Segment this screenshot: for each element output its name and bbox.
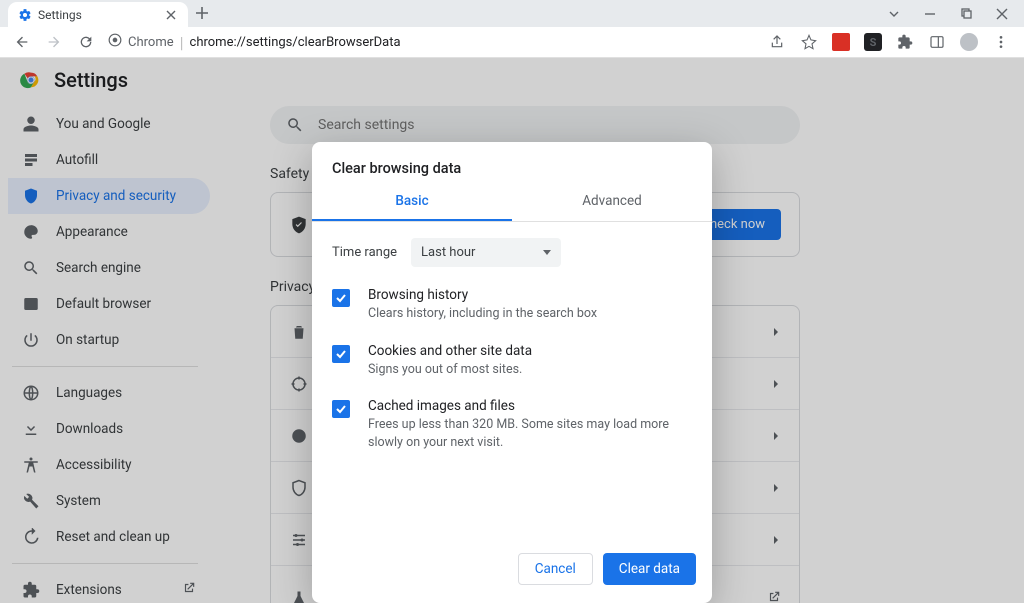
- tab-title: Settings: [38, 8, 158, 22]
- checkbox-checked-icon[interactable]: [332, 345, 350, 363]
- minimize-icon[interactable]: [922, 6, 938, 22]
- close-icon[interactable]: [164, 8, 178, 22]
- checkbox-checked-icon[interactable]: [332, 400, 350, 418]
- time-range-value: Last hour: [421, 245, 475, 260]
- back-button[interactable]: [8, 28, 36, 56]
- option-subtitle: Clears history, including in the search …: [368, 305, 597, 323]
- omnibox-separator: |: [180, 33, 184, 52]
- tab-basic[interactable]: Basic: [312, 183, 512, 221]
- maximize-icon[interactable]: [958, 6, 974, 22]
- menu-icon[interactable]: [992, 33, 1010, 51]
- checkbox-checked-icon[interactable]: [332, 289, 350, 307]
- chevron-down-icon[interactable]: [886, 6, 902, 22]
- gear-icon: [18, 8, 32, 22]
- omnibox-url: chrome://settings/clearBrowserData: [190, 35, 401, 50]
- option-title: Cookies and other site data: [368, 343, 532, 359]
- option-subtitle: Signs you out of most sites.: [368, 361, 532, 379]
- profile-avatar[interactable]: [960, 33, 978, 51]
- time-range-select[interactable]: Last hour: [411, 238, 561, 267]
- dialog-tabs: Basic Advanced: [312, 183, 712, 222]
- dialog-title: Clear browsing data: [312, 142, 712, 183]
- browser-toolbar: Chrome | chrome://settings/clearBrowserD…: [0, 27, 1024, 58]
- window-controls: [872, 0, 1024, 27]
- window-close-icon[interactable]: [994, 6, 1010, 22]
- option-title: Browsing history: [368, 287, 597, 303]
- option-title: Cached images and files: [368, 398, 692, 414]
- new-tab-button[interactable]: [188, 0, 216, 27]
- clear-data-button[interactable]: Clear data: [603, 553, 696, 585]
- tab-advanced[interactable]: Advanced: [512, 183, 712, 221]
- star-icon[interactable]: [800, 33, 818, 51]
- option-cached-files[interactable]: Cached images and files Frees up less th…: [312, 388, 712, 461]
- sidepanel-icon[interactable]: [928, 33, 946, 51]
- omnibox[interactable]: Chrome | chrome://settings/clearBrowserD…: [104, 29, 758, 55]
- extension-badge-1[interactable]: [832, 33, 850, 51]
- share-icon[interactable]: [768, 33, 786, 51]
- extension-badge-2[interactable]: S: [864, 33, 882, 51]
- browser-titlebar: Settings: [0, 0, 1024, 27]
- option-subtitle: Frees up less than 320 MB. Some sites ma…: [368, 416, 692, 451]
- forward-button: [40, 28, 68, 56]
- clear-browsing-data-dialog: Clear browsing data Basic Advanced Time …: [312, 142, 712, 603]
- cancel-button[interactable]: Cancel: [518, 553, 593, 585]
- reload-button[interactable]: [72, 28, 100, 56]
- time-range-label: Time range: [332, 245, 397, 260]
- option-browsing-history[interactable]: Browsing history Clears history, includi…: [312, 277, 712, 333]
- extensions-icon[interactable]: [896, 33, 914, 51]
- option-cookies[interactable]: Cookies and other site data Signs you ou…: [312, 333, 712, 389]
- chrome-chip-icon: [108, 33, 122, 51]
- omnibox-scheme: Chrome: [128, 35, 174, 50]
- browser-tab[interactable]: Settings: [8, 2, 188, 27]
